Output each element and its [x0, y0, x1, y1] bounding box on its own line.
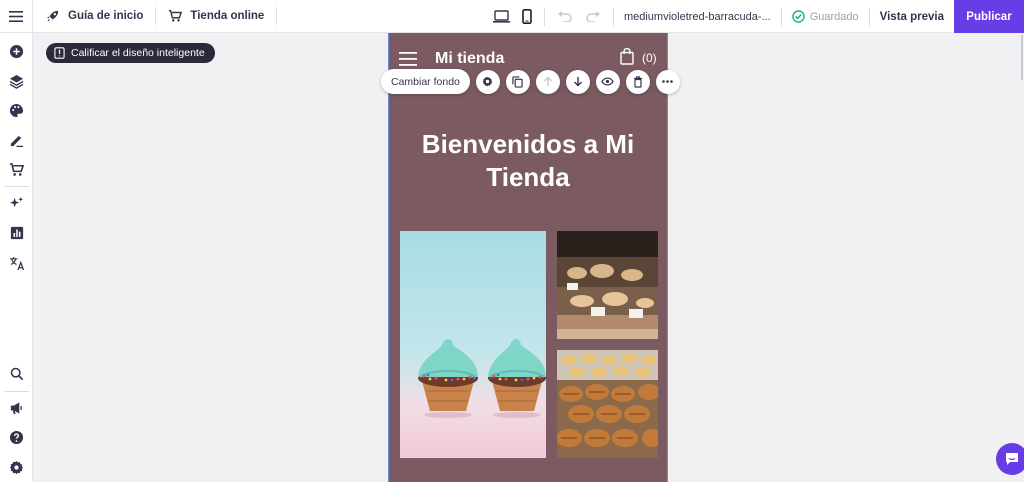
- section-toolbar: Cambiar fondo: [381, 69, 686, 94]
- preview-button[interactable]: Vista previa: [870, 11, 954, 23]
- save-status: Guardado: [782, 10, 869, 23]
- top-bar: Guía de inicio Tienda online mediumviole…: [0, 0, 1024, 33]
- store-cart-icon[interactable]: [0, 157, 33, 181]
- hamburger-icon: [9, 10, 23, 22]
- site-menu-icon[interactable]: [399, 52, 417, 66]
- visibility-button[interactable]: [595, 69, 620, 94]
- online-store-button[interactable]: Tienda online: [156, 6, 276, 26]
- help-icon[interactable]: [0, 425, 33, 449]
- add-icon[interactable]: [0, 39, 33, 63]
- more-dots-icon: [662, 80, 674, 83]
- left-sidebar: [0, 33, 33, 482]
- divider: [276, 7, 278, 25]
- eye-icon: [601, 77, 615, 86]
- publish-button[interactable]: Publicar: [954, 0, 1024, 33]
- topbar-right: mediumvioletred-barracuda-... Guardado V…: [481, 0, 1024, 33]
- section-settings-button[interactable]: [475, 69, 500, 94]
- rate-icon: [54, 47, 65, 59]
- search-icon[interactable]: [0, 362, 33, 386]
- redo-icon[interactable]: [586, 11, 601, 22]
- megaphone-icon[interactable]: [0, 396, 33, 420]
- ai-sparkle-icon[interactable]: [0, 191, 33, 215]
- translate-icon[interactable]: [0, 251, 33, 275]
- more-options-button[interactable]: [655, 69, 680, 94]
- rate-design-label: Calificar el diseño inteligente: [71, 47, 205, 59]
- chat-icon: [1006, 453, 1018, 465]
- menu-button[interactable]: [0, 0, 33, 33]
- arrow-down-icon: [573, 77, 582, 87]
- sidebar-divider: [4, 391, 29, 392]
- site-domain[interactable]: mediumvioletred-barracuda-...: [614, 11, 781, 23]
- chat-support-button[interactable]: [996, 443, 1024, 475]
- rate-design-button[interactable]: Calificar el diseño inteligente: [46, 43, 215, 63]
- device-switcher: [481, 9, 544, 24]
- bakery-display-image[interactable]: [557, 231, 658, 339]
- arrow-up-icon: [543, 76, 552, 86]
- edit-pen-icon[interactable]: [0, 128, 33, 152]
- analytics-icon[interactable]: [0, 221, 33, 245]
- rocket-icon: [46, 10, 59, 22]
- pastries-tray-image[interactable]: [557, 350, 658, 458]
- delete-section-button[interactable]: [625, 69, 650, 94]
- mobile-preview-canvas[interactable]: Mi tienda (0) Bienvenidos a Mi Tienda: [388, 33, 668, 482]
- desktop-icon[interactable]: [492, 10, 510, 23]
- cart-count: (0): [642, 51, 657, 65]
- move-up-button[interactable]: [535, 69, 560, 94]
- hero-title[interactable]: Bienvenidos a Mi Tienda: [389, 128, 667, 194]
- cupcakes-image[interactable]: [400, 231, 546, 458]
- home-guide-label: Guía de inicio: [68, 10, 144, 22]
- layers-icon[interactable]: [0, 69, 33, 93]
- trash-icon: [633, 75, 642, 88]
- copy-icon: [512, 75, 524, 88]
- history-controls: [545, 11, 613, 22]
- canvas-scrollbar[interactable]: [1021, 35, 1023, 80]
- change-background-button[interactable]: Cambiar fondo: [381, 69, 470, 94]
- palette-icon[interactable]: [0, 98, 33, 122]
- home-guide-button[interactable]: Guía de inicio: [33, 6, 155, 26]
- sidebar-divider: [4, 186, 29, 187]
- move-down-button[interactable]: [565, 69, 590, 94]
- undo-icon[interactable]: [557, 11, 572, 22]
- site-logo[interactable]: Mi tienda: [435, 50, 504, 68]
- settings-icon[interactable]: [0, 455, 33, 479]
- shopping-bag-icon[interactable]: [620, 48, 634, 65]
- save-status-label: Guardado: [809, 10, 859, 23]
- online-store-label: Tienda online: [190, 10, 265, 22]
- duplicate-section-button[interactable]: [505, 69, 530, 94]
- cart-icon: [169, 10, 183, 22]
- check-circle-icon: [791, 10, 805, 23]
- mobile-icon[interactable]: [522, 9, 532, 24]
- gear-icon: [483, 76, 493, 87]
